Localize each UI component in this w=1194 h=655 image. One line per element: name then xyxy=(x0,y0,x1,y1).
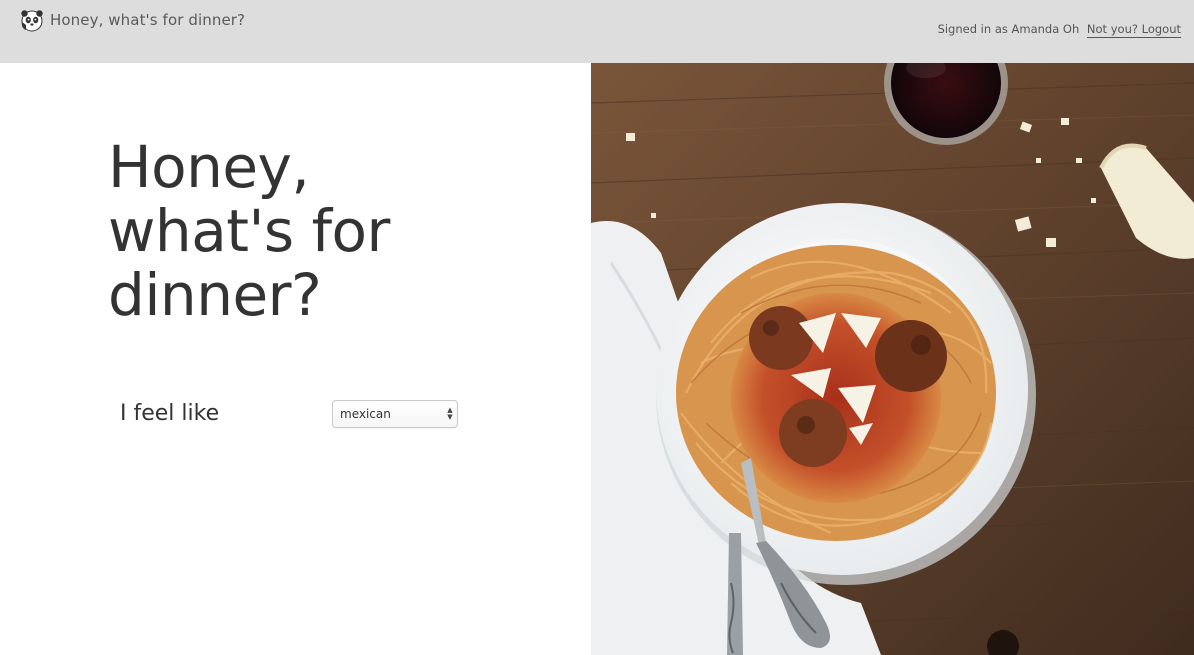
spaghetti-meatballs-photo xyxy=(591,63,1194,655)
page-title: Honey, what's for dinner? xyxy=(108,133,390,329)
select-arrows-icon: ▲ ▼ xyxy=(447,406,453,421)
feel-label: I feel like xyxy=(120,401,220,426)
main-content: Honey, what's for dinner? I feel like me… xyxy=(0,63,591,655)
brand-title: Honey, what's for dinner? xyxy=(50,11,246,29)
top-nav: Honey, what's for dinner? Signed in as A… xyxy=(0,0,1194,63)
cuisine-select[interactable]: mexican ▲ ▼ xyxy=(332,400,458,428)
cuisine-select-value: mexican xyxy=(340,407,391,421)
app: Honey, what's for dinner? Signed in as A… xyxy=(0,0,1194,655)
panda-icon xyxy=(21,10,43,32)
session-info: Signed in as Amanda Oh Not you? Logout xyxy=(937,22,1181,38)
signed-in-text: Signed in as Amanda Oh xyxy=(937,22,1080,36)
food-photo xyxy=(591,63,1194,655)
brand-link[interactable]: Honey, what's for dinner? xyxy=(20,8,245,32)
logout-link[interactable]: Not you? Logout xyxy=(1086,22,1181,38)
